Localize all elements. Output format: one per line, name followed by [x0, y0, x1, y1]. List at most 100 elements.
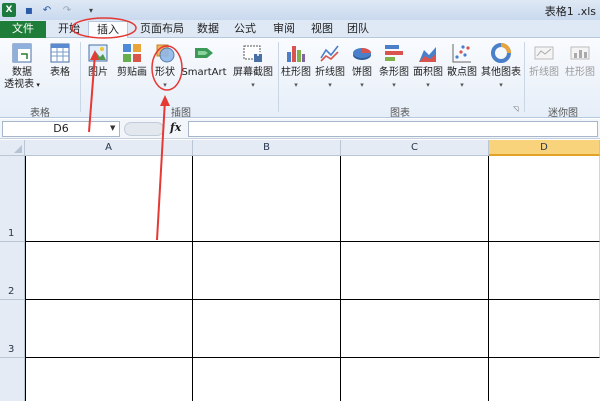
tab-data[interactable]: 数据 [192, 21, 224, 38]
tab-team[interactable]: 团队 [342, 21, 374, 38]
row-header-2[interactable]: 2 [0, 242, 25, 300]
column-chart-icon [287, 46, 305, 62]
quick-access-dropdown-icon[interactable]: ▾ [84, 3, 98, 17]
formula-input[interactable] [188, 121, 598, 137]
cell-a2[interactable] [25, 242, 193, 300]
excel-logo-icon[interactable]: X [2, 3, 16, 17]
tab-formulas[interactable]: 公式 [229, 21, 261, 38]
tab-page-layout[interactable]: 页面布局 [134, 21, 190, 38]
bar-chart-button[interactable]: 条形图 ▾ [378, 42, 410, 91]
pie-chart-button[interactable]: 饼图 ▾ [348, 42, 376, 91]
line-chart-button[interactable]: 折线图 ▾ [314, 42, 346, 91]
table-label: 表格 [50, 67, 70, 78]
sparkline-column-icon [570, 46, 590, 60]
area-chart-button[interactable]: 面积图 ▾ [412, 42, 444, 91]
row-header-1[interactable]: 1 [0, 156, 25, 242]
cell-a4[interactable] [25, 358, 193, 401]
title-bar: X ▪ ↶ ↷ ▾ 表格1 .xls [0, 0, 600, 20]
ribbon-insert-panel: 数据 透视表 ▾ 表格 表格 图片 剪贴画 形状 ▾ SmartArt 屏幕截图… [0, 38, 600, 119]
group-label-tables: 表格 [30, 108, 50, 119]
shapes-dropdown-icon: ▾ [163, 81, 167, 89]
tab-review[interactable]: 审阅 [268, 21, 300, 38]
name-box-dropdown-icon[interactable]: ▼ [110, 124, 115, 132]
screenshot-label: 屏幕截图 [233, 67, 273, 78]
sparkline-column-button[interactable]: 柱形图 [562, 42, 598, 79]
area-chart-dropdown-icon: ▾ [426, 81, 430, 89]
redo-icon[interactable]: ↷ [60, 3, 74, 17]
cell-a3[interactable] [25, 300, 193, 358]
scatter-chart-button[interactable]: 散点图 ▾ [446, 42, 478, 91]
column-header-b[interactable]: B [193, 140, 341, 156]
group-label-charts: 图表 [390, 108, 410, 119]
group-separator [524, 42, 525, 112]
row-header-4[interactable] [0, 358, 25, 401]
ribbon-tab-strip: 文件 开始 插入 页面布局 数据 公式 审阅 视图 团队 [0, 20, 600, 38]
line-chart-label: 折线图 [315, 67, 345, 78]
other-charts-icon [491, 43, 511, 63]
bar-chart-label: 条形图 [379, 67, 409, 78]
cell-b4[interactable] [193, 358, 341, 401]
bar-chart-dropdown-icon: ▾ [392, 81, 396, 89]
cell-d2[interactable] [489, 242, 600, 300]
group-separator [80, 42, 81, 112]
cell-b3[interactable] [193, 300, 341, 358]
row-number: 3 [8, 344, 15, 355]
column-chart-label: 柱形图 [281, 67, 311, 78]
picture-button[interactable]: 图片 [84, 42, 112, 79]
table-button[interactable]: 表格 [44, 42, 76, 79]
row-number: 1 [8, 228, 15, 239]
sparkline-column-label: 柱形图 [565, 67, 595, 78]
column-chart-button[interactable]: 柱形图 ▾ [280, 42, 312, 91]
charts-dialog-launcher-icon[interactable]: ◹ [513, 105, 518, 113]
bar-chart-icon [385, 45, 403, 61]
tab-file[interactable]: 文件 [0, 21, 46, 38]
sparkline-line-button[interactable]: 折线图 [526, 42, 562, 79]
screenshot-dropdown-icon: ▾ [251, 81, 255, 89]
pie-chart-label: 饼图 [352, 67, 372, 78]
cell-c1[interactable] [341, 156, 489, 242]
tab-home[interactable]: 开始 [52, 21, 86, 38]
column-header-a[interactable]: A [25, 140, 193, 156]
cell-b2[interactable] [193, 242, 341, 300]
group-separator [278, 42, 279, 112]
column-chart-dropdown-icon: ▾ [294, 81, 298, 89]
column-header-d[interactable]: D [489, 140, 600, 156]
cell-d4[interactable] [489, 358, 600, 401]
insert-function-icon[interactable]: fx [170, 121, 181, 134]
cell-c3[interactable] [341, 300, 489, 358]
cell-d3[interactable] [489, 300, 600, 358]
smartart-icon [195, 48, 213, 58]
column-header-c[interactable]: C [341, 140, 489, 156]
cell-c2[interactable] [341, 242, 489, 300]
name-box[interactable]: D6 [2, 121, 120, 137]
row-number: 2 [8, 286, 15, 297]
formula-bar: D6 ▼ fx [0, 119, 600, 139]
cell-c4[interactable] [341, 358, 489, 401]
row-header-3[interactable]: 3 [0, 300, 25, 358]
window-title: 表格1 .xls [544, 5, 596, 18]
other-charts-dropdown-icon: ▾ [499, 81, 503, 89]
undo-icon[interactable]: ↶ [40, 3, 54, 17]
tab-insert[interactable]: 插入 [88, 21, 128, 38]
tab-view[interactable]: 视图 [306, 21, 338, 38]
line-chart-icon [320, 45, 339, 62]
shapes-icon [156, 44, 175, 63]
cell-b1[interactable] [193, 156, 341, 242]
screenshot-icon [243, 45, 262, 62]
cell-d1[interactable] [489, 156, 600, 242]
scatter-chart-label: 散点图 [447, 67, 477, 78]
select-all-corner[interactable] [0, 140, 25, 156]
shapes-button[interactable]: 形状 ▾ [152, 42, 178, 91]
other-charts-button[interactable]: 其他图表 ▾ [480, 42, 522, 91]
clip-art-button[interactable]: 剪贴画 [114, 42, 150, 79]
other-charts-label: 其他图表 [481, 67, 521, 78]
sparkline-line-label: 折线图 [529, 67, 559, 78]
cell-a1[interactable] [25, 156, 193, 242]
formula-controls[interactable] [124, 122, 164, 136]
worksheet-grid[interactable]: A B C D 1 2 3 [0, 140, 600, 401]
screenshot-button[interactable]: 屏幕截图 ▾ [230, 42, 276, 91]
area-chart-icon [419, 47, 436, 62]
smartart-button[interactable]: SmartArt [180, 42, 228, 79]
save-icon[interactable]: ▪ [22, 3, 36, 17]
pivot-table-button[interactable]: 数据 透视表 ▾ [2, 42, 42, 91]
